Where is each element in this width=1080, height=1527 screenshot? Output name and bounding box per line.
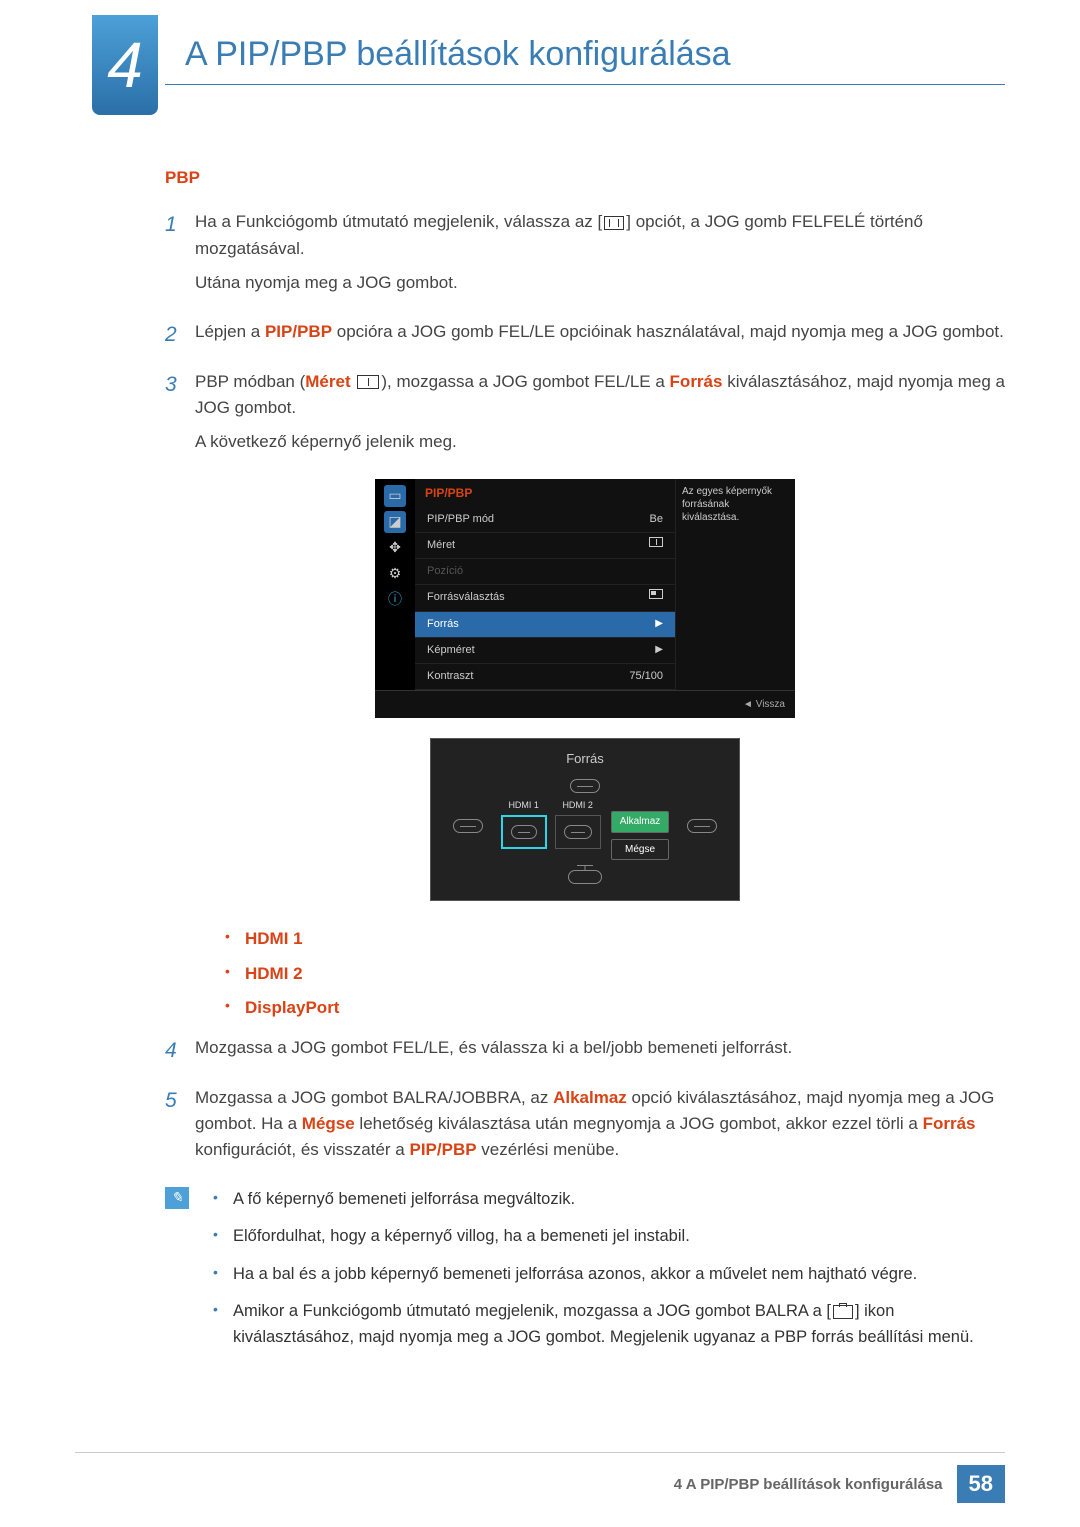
source-dialog-screenshot: Forrás HDMI 1 HDMI 2 Alkalmaz Mégs [165,738,1005,901]
osd-row-position: Pozíció [415,559,675,585]
step-number: 5 [165,1085,195,1172]
osd-icon-info: ⓘ [384,589,406,611]
step-1: 1 Ha a Funkciógomb útmutató megjelenik, … [165,209,1005,304]
step-4: 4 Mozgassa a JOG gombot FEL/LE, és válas… [165,1035,1005,1069]
step-number: 2 [165,319,195,353]
osd-icon-pip: ◪ [384,511,406,533]
apply-button: Alkalmaz [611,811,670,833]
menu-icon [604,216,624,230]
step-3-line1: PBP módban (Méret ), mozgassa a JOG gomb… [195,369,1005,422]
port-hdmi2: HDMI 2 [245,964,303,983]
step-number: 1 [165,209,195,304]
osd-row-size: Méret [415,533,675,559]
osd-row-source: Forrás▶ [415,612,675,638]
osd-sidebar: ▭ ◪ ✥ ⚙ ⓘ [375,479,415,690]
port-icon [570,779,600,793]
source-sel-icon [649,589,663,599]
note-block: A fő képernyő bemeneti jelforrása megvál… [165,1187,1005,1363]
osd-icon-picture: ▭ [384,485,406,507]
source-dialog-title: Forrás [445,749,725,769]
note-2: Előfordulhat, hogy a képernyő villog, ha… [213,1224,1005,1250]
hdmi2-label: HDMI 2 [555,799,601,813]
chapter-number: 4 [107,28,143,102]
note-3: Ha a bal és a jobb képernyő bemeneti jel… [213,1262,1005,1288]
hdmi1-box [501,815,547,849]
osd-title: PIP/PBP [415,479,675,508]
note-icon [165,1187,189,1209]
hdmi1-label: HDMI 1 [501,799,547,813]
step-5: 5 Mozgassa a JOG gombot BALRA/JOBBRA, az… [165,1085,1005,1172]
hdmi2-box [555,815,601,849]
osd-screenshot: ▭ ◪ ✥ ⚙ ⓘ PIP/PBP PIP/PBP módBe Méret Po… [165,479,1005,718]
header-divider [165,84,1005,85]
port-hdmi1: HDMI 1 [245,929,303,948]
note-4: Amikor a Funkciógomb útmutató megjelenik… [213,1299,1005,1350]
step-2: 2 Lépjen a PIP/PBP opcióra a JOG gomb FE… [165,319,1005,353]
step-3-line2: A következő képernyő jelenik meg. [195,429,1005,455]
port-list: HDMI 1 HDMI 2 DisplayPort [225,926,1005,1021]
port-icon [453,819,483,833]
osd-footer: ◄ Vissza [375,690,795,719]
step-number: 3 [165,369,195,464]
step-2-text: Lépjen a PIP/PBP opcióra a JOG gomb FEL/… [195,319,1005,345]
page-number: 58 [957,1465,1005,1503]
osd-row-picsize: Képméret▶ [415,638,675,664]
section-label: PBP [165,165,1005,191]
cancel-button: Mégse [611,839,670,861]
osd-row-mode: PIP/PBP módBe [415,507,675,533]
step-1-line1: Ha a Funkciógomb útmutató megjelenik, vá… [195,209,1005,262]
stand-icon [568,870,602,884]
chapter-tab: 4 [92,15,158,115]
osd-icon-gear: ⚙ [384,563,406,585]
osd-icon-move: ✥ [384,537,406,559]
content: PBP 1 Ha a Funkciógomb útmutató megjelen… [165,165,1005,1363]
note-1: A fő képernyő bemeneti jelforrása megvál… [213,1187,1005,1213]
footer-divider [75,1452,1005,1453]
page-header: 4 A PIP/PBP beállítások konfigurálása [0,0,1080,85]
pbp-size-icon [357,375,379,389]
step-number: 4 [165,1035,195,1069]
step-5-text: Mozgassa a JOG gombot BALRA/JOBBRA, az A… [195,1085,1005,1164]
port-displayport: DisplayPort [245,998,339,1017]
source-menu-icon [833,1305,853,1319]
chapter-title: A PIP/PBP beállítások konfigurálása [185,0,1080,74]
osd-row-contrast: Kontraszt75/100 [415,664,675,690]
step-4-text: Mozgassa a JOG gombot FEL/LE, és válassz… [195,1035,1005,1061]
osd-description: Az egyes képernyők forrásának kiválasztá… [675,479,795,690]
osd-row-source-sel: Forrásválasztás [415,585,675,611]
footer-text: 4 A PIP/PBP beállítások konfigurálása [674,1476,943,1493]
footer: 4 A PIP/PBP beállítások konfigurálása 58 [674,1465,1005,1503]
step-1-line2: Utána nyomja meg a JOG gombot. [195,270,1005,296]
step-3: 3 PBP módban (Méret ), mozgassa a JOG go… [165,369,1005,464]
port-icon [687,819,717,833]
pbp-split-icon [649,537,663,547]
